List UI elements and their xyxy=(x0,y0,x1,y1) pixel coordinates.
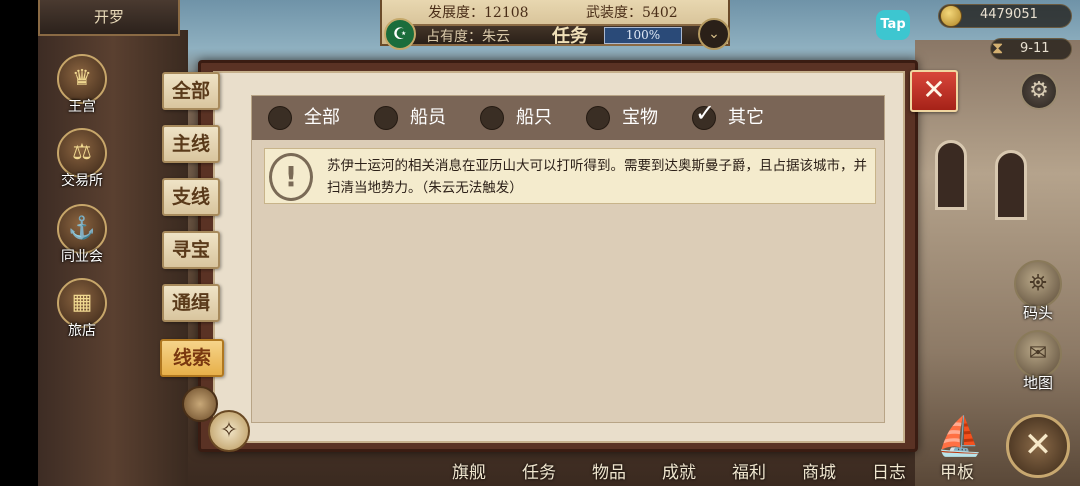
radio-icon xyxy=(480,106,504,130)
screen-edge xyxy=(0,0,38,486)
development-stat: 发展度：12108 xyxy=(428,5,529,21)
compass-icon: ✧ xyxy=(208,410,250,452)
nav-palace[interactable]: ♛ 王宫 xyxy=(54,54,110,116)
tap-icon[interactable]: Tap xyxy=(876,10,910,40)
tab-all[interactable]: 全部 xyxy=(162,72,220,110)
tab-clues[interactable]: 线索 xyxy=(160,339,224,377)
tab-treasure[interactable]: 寻宝 xyxy=(162,231,220,269)
dialog-paper: 全部 船员 船只 宝物 ✓ 其它 ! 苏伊士运河的相关消息在亚历山大可以打听得到… xyxy=(213,71,905,443)
filter-label: 全部 xyxy=(304,107,340,128)
list-item[interactable]: ! 苏伊士运河的相关消息在亚历山大可以打听得到。需要到达奥斯曼子爵，且占据该城市… xyxy=(264,148,876,204)
task-progress: 100% xyxy=(604,27,682,44)
bottom-deck[interactable]: 甲板 xyxy=(940,458,974,483)
gold-amount: 4479051 xyxy=(980,7,1038,22)
city-name[interactable]: 开罗 xyxy=(38,0,180,36)
checkmark-icon: ✓ xyxy=(694,99,716,127)
nav-label: 交易所 xyxy=(61,173,103,189)
quest-description: 苏伊士运河的相关消息在亚历山大可以打听得到。需要到达奥斯曼子爵，且占据该城市，并… xyxy=(327,158,867,196)
game-date: 9-11 xyxy=(1020,41,1050,56)
gear-icon[interactable]: ⚙ xyxy=(1020,72,1058,110)
filter-bar: 全部 船员 船只 宝物 ✓ 其它 xyxy=(252,96,884,140)
tab-wanted[interactable]: 通缉 xyxy=(162,284,220,322)
task-dialog: 全部 船员 船只 宝物 ✓ 其它 ! 苏伊士运河的相关消息在亚历山大可以打听得到… xyxy=(198,60,918,452)
building-window xyxy=(995,150,1027,220)
building-window xyxy=(935,140,967,210)
radio-icon xyxy=(268,106,292,130)
nav-exchange[interactable]: ⚖ 交易所 xyxy=(54,128,110,190)
nav-dock[interactable]: ⛯ 码头 xyxy=(1010,260,1066,323)
nav-label: 旅店 xyxy=(68,323,96,339)
chevron-down-icon[interactable]: ⌄ xyxy=(698,18,730,50)
filter-label: 其它 xyxy=(728,107,764,128)
bottom-achievements[interactable]: 成就 xyxy=(662,458,696,483)
exclamation-icon: ! xyxy=(269,153,313,201)
bottom-log[interactable]: 日志 xyxy=(872,458,906,483)
nav-map[interactable]: ✉ 地图 xyxy=(1010,330,1066,393)
close-icon[interactable]: ✕ xyxy=(910,70,958,112)
filter-label: 船员 xyxy=(410,107,446,128)
occupancy-stat: 占有度：朱云 xyxy=(426,29,510,45)
task-list-panel: 全部 船员 船只 宝物 ✓ 其它 ! 苏伊士运河的相关消息在亚历山大可以打听得到… xyxy=(251,95,885,423)
nav-label: 码头 xyxy=(1022,304,1053,322)
nav-label: 王宫 xyxy=(68,99,96,115)
panel-title: 任务 xyxy=(552,26,588,47)
crescent-flag-icon[interactable]: ☪ xyxy=(384,18,416,50)
tab-side[interactable]: 支线 xyxy=(162,178,220,216)
armament-stat: 武装度：5402 xyxy=(586,5,678,21)
nav-label: 地图 xyxy=(1022,374,1053,392)
nav-guild[interactable]: ⚓ 同业会 xyxy=(54,204,110,266)
bottom-flagship[interactable]: 旗舰 xyxy=(452,458,486,483)
radio-icon xyxy=(374,106,398,130)
tab-main[interactable]: 主线 xyxy=(162,125,220,163)
dock-icon: ⛯ xyxy=(1014,260,1062,308)
nav-inn[interactable]: ▦ 旅店 xyxy=(54,278,110,340)
bottom-items[interactable]: 物品 xyxy=(592,458,626,483)
bottom-tasks[interactable]: 任务 xyxy=(522,458,556,483)
hourglass-icon: ⧗ xyxy=(992,38,1004,57)
map-scroll-icon: ✉ xyxy=(1014,330,1062,378)
crossed-swords-icon[interactable]: ✕ xyxy=(1006,414,1070,478)
filter-label: 宝物 xyxy=(622,107,658,128)
bottom-shop[interactable]: 商城 xyxy=(802,458,836,483)
coin-icon xyxy=(940,5,962,27)
bottom-welfare[interactable]: 福利 xyxy=(732,458,766,483)
filter-label: 船只 xyxy=(516,107,552,128)
nav-label: 同业会 xyxy=(61,249,103,265)
radio-icon xyxy=(586,106,610,130)
ship-icon[interactable]: ⛵ xyxy=(932,410,988,462)
